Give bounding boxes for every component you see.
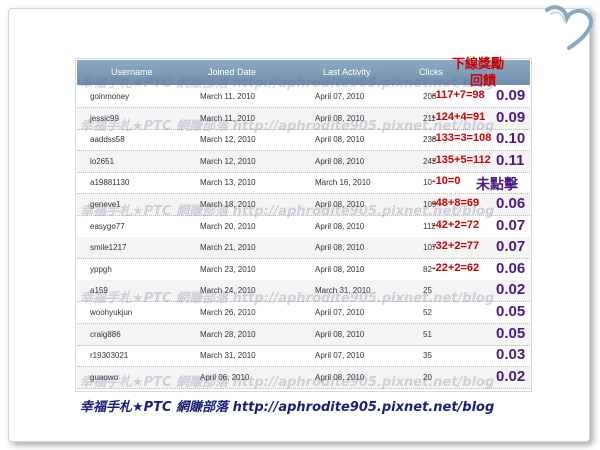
last-activity-cell: April 08, 2010: [315, 156, 365, 166]
calc-annotation: -117+7=98: [432, 89, 485, 101]
reward-value: 0.09: [496, 87, 526, 104]
reward-value: 0.05: [496, 324, 526, 342]
calc-annotation: -48+8=69: [432, 197, 480, 209]
joined-date-cell: March 12, 2010: [200, 135, 256, 145]
joined-date-cell: April 06, 2010: [200, 372, 250, 382]
username-cell: r19303021: [90, 351, 129, 361]
last-activity-cell: April 08, 2010: [315, 243, 365, 253]
heart-paperclip-icon: [545, 5, 593, 50]
column-header-joined-date[interactable]: Joined Date: [208, 67, 256, 77]
table-row[interactable]: craig886 March 28, 2010 April 08, 2010 51: [77, 323, 530, 346]
clicks-cell: 20: [423, 372, 432, 382]
table-row[interactable]: a19881130 March 13, 2010 March 16, 2010 10: [77, 172, 530, 195]
username-cell: lo2651: [90, 156, 115, 166]
last-activity-cell: April 08, 2010: [315, 135, 365, 145]
unclicked-label: 未點擊: [476, 176, 518, 193]
reward-value: 0.05: [496, 303, 526, 320]
joined-date-cell: March 21, 2010: [200, 243, 256, 253]
reward-value: 0.11: [496, 151, 525, 169]
table-row[interactable]: guaowo April 06, 2010 April 08, 2010 20: [77, 366, 530, 389]
reward-value: 0.07: [496, 216, 526, 234]
last-activity-cell: April 08, 2010: [315, 221, 365, 231]
joined-date-cell: March 20, 2010: [200, 221, 256, 231]
calc-annotation: -133=3=108: [432, 132, 492, 145]
clicks-cell: 35: [423, 351, 432, 361]
joined-date-cell: March 13, 2010: [200, 178, 256, 188]
calc-annotation: -22+2=62: [432, 261, 480, 274]
username-cell: guaowo: [90, 372, 119, 382]
joined-date-cell: March 23, 2010: [200, 264, 256, 274]
table-row[interactable]: woohyukjun March 26, 2010 April 07, 2010 52: [77, 302, 530, 324]
username-cell: yppgh: [90, 264, 112, 274]
reward-value: 0.06: [496, 259, 526, 277]
joined-date-cell: March 26, 2010: [200, 308, 256, 317]
reward-value: 0.02: [496, 281, 526, 299]
table-row[interactable]: r19303021 March 31, 2010 April 07, 2010 35: [77, 345, 530, 368]
table-row[interactable]: a159 March 24, 2010 March 31, 2010 25: [77, 280, 530, 303]
calc-annotation: -135+5=112: [432, 153, 491, 166]
calc-annotation: -42+2=72: [432, 218, 480, 231]
joined-date-cell: March 11, 2010: [200, 92, 255, 101]
username-cell: smile1217: [90, 243, 127, 253]
username-cell: goinmoney: [90, 92, 130, 101]
clicks-cell: 51: [423, 329, 432, 339]
clicks-cell: 10: [423, 178, 432, 188]
reward-value: 0.09: [496, 108, 526, 126]
last-activity-cell: April 07, 2010: [315, 351, 365, 361]
joined-date-cell: March 31, 2010: [200, 351, 256, 361]
last-activity-cell: April 07, 2010: [315, 308, 365, 317]
joined-date-cell: March 18, 2010: [200, 200, 256, 209]
clicks-cell: 82: [423, 264, 432, 274]
clicks-cell: 52: [423, 308, 432, 317]
joined-date-cell: March 11, 2010: [200, 113, 255, 123]
calc-annotation: -32+2=77: [432, 240, 480, 253]
last-activity-cell: April 08, 2010: [315, 372, 365, 382]
username-cell: aaddss58: [90, 135, 125, 145]
reward-value: 0.03: [496, 346, 526, 364]
last-activity-cell: April 08, 2010: [315, 113, 365, 123]
joined-date-cell: March 28, 2010: [200, 329, 256, 339]
calc-annotation: -124+4=91: [432, 110, 486, 123]
last-activity-cell: April 07, 2010: [315, 92, 365, 101]
footer-caption: 幸福手札★PTC 網賺部落 http://aphrodite905.pixnet…: [80, 400, 495, 415]
last-activity-cell: March 16, 2010: [315, 178, 371, 188]
last-activity-cell: April 08, 2010: [315, 200, 365, 209]
column-header-username[interactable]: Username: [111, 67, 153, 77]
last-activity-cell: April 08, 2010: [315, 329, 365, 339]
username-cell: a159: [90, 286, 108, 296]
username-cell: geneve1: [90, 200, 121, 209]
calc-annotation: -10=0: [432, 175, 461, 188]
last-activity-cell: April 08, 2010: [315, 264, 365, 274]
column-header-clicks[interactable]: Clicks: [419, 67, 443, 77]
reward-header-line2: 回饋: [470, 73, 497, 88]
reward-value: 0.10: [496, 130, 526, 148]
username-cell: easygo77: [90, 221, 125, 231]
username-cell: a19881130: [90, 178, 130, 188]
reward-value: 0.07: [496, 238, 526, 256]
username-cell: jessic99: [90, 113, 119, 123]
reward-value: 0.02: [496, 367, 526, 385]
reward-value: 0.06: [496, 195, 526, 212]
joined-date-cell: March 12, 2010: [200, 156, 256, 166]
last-activity-cell: March 31, 2010: [315, 286, 371, 296]
column-header-last-activity[interactable]: Last Activity: [323, 67, 371, 77]
username-cell: woohyukjun: [90, 308, 133, 317]
clicks-cell: 25: [423, 286, 432, 296]
joined-date-cell: March 24, 2010: [200, 286, 256, 296]
username-cell: craig886: [90, 329, 121, 339]
